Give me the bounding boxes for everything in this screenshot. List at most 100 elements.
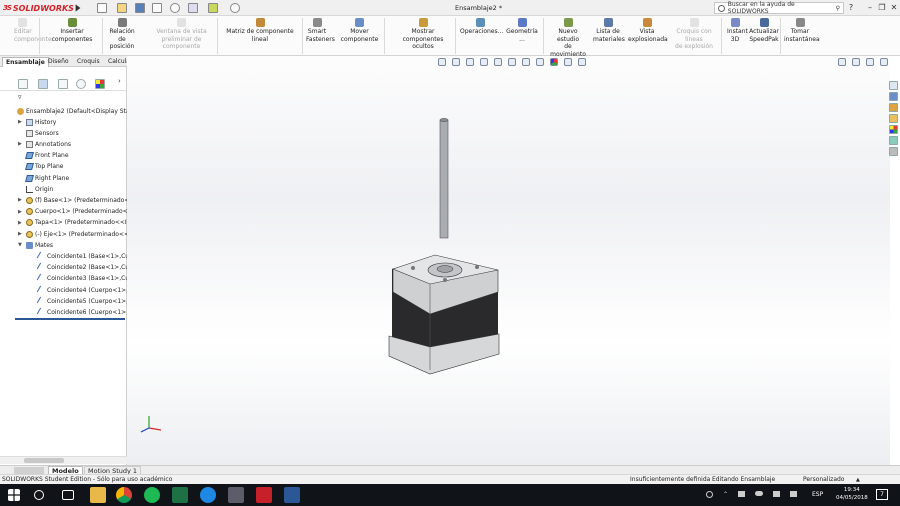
menu-expand-arrow[interactable] bbox=[75, 4, 81, 12]
ribbon-button[interactable]: Geometría ... bbox=[505, 18, 539, 43]
task-view-icon[interactable] bbox=[62, 490, 74, 500]
ribbon-button[interactable]: Operaciones... bbox=[460, 18, 503, 36]
tree-item[interactable]: Sensors bbox=[26, 128, 59, 138]
ribbon-button[interactable]: Lista de materiales bbox=[593, 18, 625, 43]
file-explorer-icon[interactable] bbox=[90, 487, 106, 503]
chrome-icon[interactable] bbox=[116, 487, 132, 503]
tree-item[interactable]: Annotations bbox=[26, 139, 71, 149]
property-manager-icon[interactable] bbox=[38, 79, 48, 89]
filter-icon[interactable]: ▿ bbox=[18, 93, 22, 101]
tree-item[interactable]: Front Plane bbox=[25, 151, 69, 161]
minimize-icon[interactable]: – bbox=[864, 2, 876, 14]
hide-show-icon[interactable] bbox=[536, 58, 544, 66]
tab-nav-arrows[interactable] bbox=[14, 467, 44, 474]
expand-arrow[interactable]: ▶ bbox=[18, 220, 22, 226]
taskbar-tray-icon[interactable] bbox=[738, 491, 746, 497]
tree-item[interactable]: Cuerpo<1> (Predeterminado< bbox=[26, 207, 128, 217]
help-menu-icon[interactable]: ? bbox=[845, 2, 857, 14]
expand-arrow[interactable]: ▶ bbox=[18, 231, 22, 237]
restore-icon[interactable]: ❐ bbox=[876, 2, 888, 14]
chevron-up-icon[interactable]: ⌃ bbox=[723, 491, 728, 498]
taskbar-clock[interactable]: 19:34 04/05/2018 bbox=[836, 486, 868, 502]
tab-diseo[interactable]: Diseño bbox=[45, 57, 72, 67]
ribbon-button[interactable]: Mostrar componentes ocultos bbox=[392, 18, 454, 51]
select-icon[interactable] bbox=[188, 3, 198, 13]
language-indicator[interactable]: ESP bbox=[812, 491, 823, 498]
tree-item[interactable]: Tapa<1> (Predeterminado<<I bbox=[26, 218, 127, 228]
design-library-icon[interactable] bbox=[889, 103, 898, 112]
tab-croquis[interactable]: Croquis bbox=[74, 57, 103, 67]
volume-icon[interactable] bbox=[790, 491, 798, 497]
tree-root[interactable]: Ensamblaje2 (Default<Display Sta bbox=[17, 106, 130, 116]
model-view[interactable] bbox=[127, 56, 890, 465]
tree-item[interactable]: (f) Base<1> (Predeterminado< bbox=[26, 195, 129, 205]
help-search-field[interactable]: Buscar en la ayuda de SOLIDWORKS ⚲ bbox=[714, 1, 844, 15]
dimxpert-icon[interactable] bbox=[76, 79, 86, 89]
ribbon-button[interactable]: Tomar instantánea bbox=[784, 18, 820, 43]
section-view-icon[interactable] bbox=[480, 58, 488, 66]
open-icon[interactable] bbox=[117, 3, 127, 13]
start-icon[interactable] bbox=[8, 489, 20, 501]
rebuild-icon[interactable] bbox=[208, 3, 218, 13]
options-icon[interactable] bbox=[230, 3, 240, 13]
expand-arrow[interactable]: ▶ bbox=[18, 209, 22, 215]
view-palette-icon[interactable] bbox=[889, 125, 898, 134]
undo-icon[interactable] bbox=[170, 3, 180, 13]
viewport-close-icon[interactable] bbox=[880, 58, 888, 66]
tree-item[interactable]: Mates bbox=[26, 240, 53, 250]
view-orientation-icon[interactable] bbox=[508, 58, 516, 66]
graphics-area[interactable] bbox=[127, 56, 890, 465]
ribbon-button[interactable]: Actualizar SpeedPak bbox=[749, 18, 779, 43]
feature-tree-icon[interactable] bbox=[18, 79, 28, 89]
ribbon-button[interactable]: Croquis con líneas de explosión bbox=[668, 18, 720, 51]
print-icon[interactable] bbox=[152, 3, 162, 13]
display-style-icon[interactable] bbox=[522, 58, 530, 66]
ribbon-button[interactable]: Mover componente bbox=[332, 18, 387, 43]
search-icon[interactable] bbox=[34, 490, 44, 500]
dynamic-annotation-icon[interactable] bbox=[494, 58, 502, 66]
viewport-split-icon[interactable] bbox=[838, 58, 846, 66]
spotify-icon[interactable] bbox=[144, 487, 160, 503]
zoom-area-icon[interactable] bbox=[452, 58, 460, 66]
people-icon[interactable] bbox=[706, 491, 713, 498]
configuration-icon[interactable] bbox=[58, 79, 68, 89]
previous-view-icon[interactable] bbox=[466, 58, 474, 66]
tree-item[interactable]: Origin bbox=[26, 184, 53, 194]
view-settings-icon[interactable] bbox=[578, 58, 586, 66]
zoom-to-fit-icon[interactable] bbox=[438, 58, 446, 66]
ribbon-button[interactable]: Nuevo estudio de movimiento bbox=[547, 18, 589, 58]
tree-item[interactable]: Coincidente6 (Cuerpo<1>, bbox=[36, 307, 128, 318]
resources-icon[interactable] bbox=[889, 92, 898, 101]
appearances-icon[interactable] bbox=[889, 136, 898, 145]
network-icon[interactable] bbox=[773, 491, 781, 497]
display-manager-icon[interactable] bbox=[95, 79, 105, 89]
tree-item[interactable]: Coincidente5 (Cuerpo<1>, bbox=[36, 296, 128, 306]
search-icon[interactable]: ⚲ bbox=[836, 5, 840, 12]
home-icon[interactable] bbox=[889, 81, 898, 90]
onedrive-icon[interactable] bbox=[755, 491, 764, 496]
solidworks-logo[interactable]: 3S SOLIDWORKS bbox=[3, 1, 74, 15]
ribbon-button[interactable]: Instant 3D bbox=[727, 18, 748, 43]
ribbon-button[interactable]: Vista explosionada bbox=[628, 18, 668, 43]
ribbon-button[interactable]: Smart Fasteners bbox=[306, 18, 335, 43]
viewport-minimize-icon[interactable] bbox=[852, 58, 860, 66]
ribbon-button[interactable]: Ventana de vista preliminar de component… bbox=[144, 18, 219, 51]
tree-item[interactable]: Right Plane bbox=[25, 173, 69, 183]
expand-arrow[interactable]: ▶ bbox=[18, 119, 22, 125]
tab-ensamblaje[interactable]: Ensamblaje bbox=[2, 57, 49, 67]
new-doc-icon[interactable] bbox=[97, 3, 107, 13]
appearance-icon[interactable] bbox=[550, 58, 558, 66]
ribbon-button[interactable]: Matriz de componente lineal bbox=[220, 18, 300, 43]
edge-icon[interactable] bbox=[200, 487, 216, 503]
file-explorer-icon[interactable] bbox=[889, 114, 898, 123]
tree-item[interactable]: Coincidente4 (Cuerpo<1>, bbox=[36, 285, 128, 295]
ribbon-button[interactable]: Editar componente bbox=[14, 18, 52, 43]
scene-icon[interactable] bbox=[564, 58, 572, 66]
tree-item[interactable]: Coincidente2 (Base<1>,Cu bbox=[36, 262, 129, 273]
collapse-arrow[interactable]: ▼ bbox=[18, 242, 22, 248]
tree-item[interactable]: Coincidente3 (Base<1>,Cu bbox=[36, 274, 129, 284]
ribbon-button[interactable]: Relación de posición bbox=[108, 18, 136, 51]
expand-arrow[interactable]: ▶ bbox=[18, 197, 22, 203]
close-icon[interactable]: ✕ bbox=[888, 2, 900, 14]
viewport-restore-icon[interactable] bbox=[866, 58, 874, 66]
